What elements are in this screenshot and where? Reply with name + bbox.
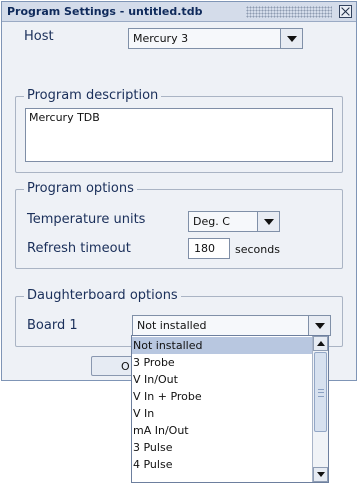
program-description-text: Mercury TDB xyxy=(29,111,100,124)
title-grip xyxy=(246,6,332,18)
grip-icon xyxy=(318,389,324,397)
scroll-up-icon[interactable] xyxy=(313,336,328,351)
dropdown-scrollbar[interactable] xyxy=(312,336,328,482)
chevron-down-icon[interactable] xyxy=(280,29,302,48)
scroll-down-icon[interactable] xyxy=(313,467,328,482)
dropdown-item-v-in-out[interactable]: V In/Out xyxy=(132,371,312,388)
daughterboard-options-legend: Daughterboard options xyxy=(24,288,181,303)
program-description-legend: Program description xyxy=(24,88,162,103)
dropdown-item-v-in-probe[interactable]: V In + Probe xyxy=(132,388,312,405)
host-label: Host xyxy=(24,29,54,44)
program-description-textarea[interactable]: Mercury TDB xyxy=(25,108,333,162)
ok-button-label: O xyxy=(121,360,130,373)
refresh-timeout-input[interactable]: 180 xyxy=(188,238,230,259)
host-value: Mercury 3 xyxy=(133,32,189,45)
program-options-group: Program options Temperature units Deg. C… xyxy=(15,181,343,269)
dropdown-item-ma-in-out[interactable]: mA In/Out xyxy=(132,422,312,439)
temperature-units-label: Temperature units xyxy=(27,212,146,227)
host-select[interactable]: Mercury 3 xyxy=(128,28,303,49)
temperature-units-value: Deg. C xyxy=(193,215,230,228)
refresh-timeout-value: 180 xyxy=(194,242,215,255)
dropdown-item-v-in[interactable]: V In xyxy=(132,405,312,422)
scrollbar-thumb[interactable] xyxy=(314,352,327,432)
board-1-label: Board 1 xyxy=(27,318,78,333)
program-options-legend: Program options xyxy=(24,181,137,196)
window-title: Program Settings - untitled.tdb xyxy=(7,5,203,18)
refresh-timeout-unit: seconds xyxy=(235,243,280,256)
board-1-select[interactable]: Not installed xyxy=(132,315,331,336)
program-description-group: Program description Mercury TDB xyxy=(15,88,343,173)
title-bar[interactable]: Program Settings - untitled.tdb xyxy=(2,2,356,22)
board-1-value: Not installed xyxy=(137,319,207,332)
program-settings-dialog: Program Settings - untitled.tdb Host Mer… xyxy=(1,1,357,381)
chevron-down-icon[interactable] xyxy=(257,212,279,231)
close-icon[interactable] xyxy=(339,5,352,18)
dropdown-item-not-installed[interactable]: Not installed xyxy=(132,337,312,354)
temperature-units-select[interactable]: Deg. C xyxy=(188,211,280,232)
board-1-dropdown-list[interactable]: Not installed 3 Probe V In/Out V In + Pr… xyxy=(131,335,329,483)
dropdown-item-3-probe[interactable]: 3 Probe xyxy=(132,354,312,371)
dropdown-item-3-pulse[interactable]: 3 Pulse xyxy=(132,439,312,456)
refresh-timeout-label: Refresh timeout xyxy=(27,241,131,256)
chevron-down-icon[interactable] xyxy=(308,316,330,335)
dropdown-item-4-pulse[interactable]: 4 Pulse xyxy=(132,456,312,473)
